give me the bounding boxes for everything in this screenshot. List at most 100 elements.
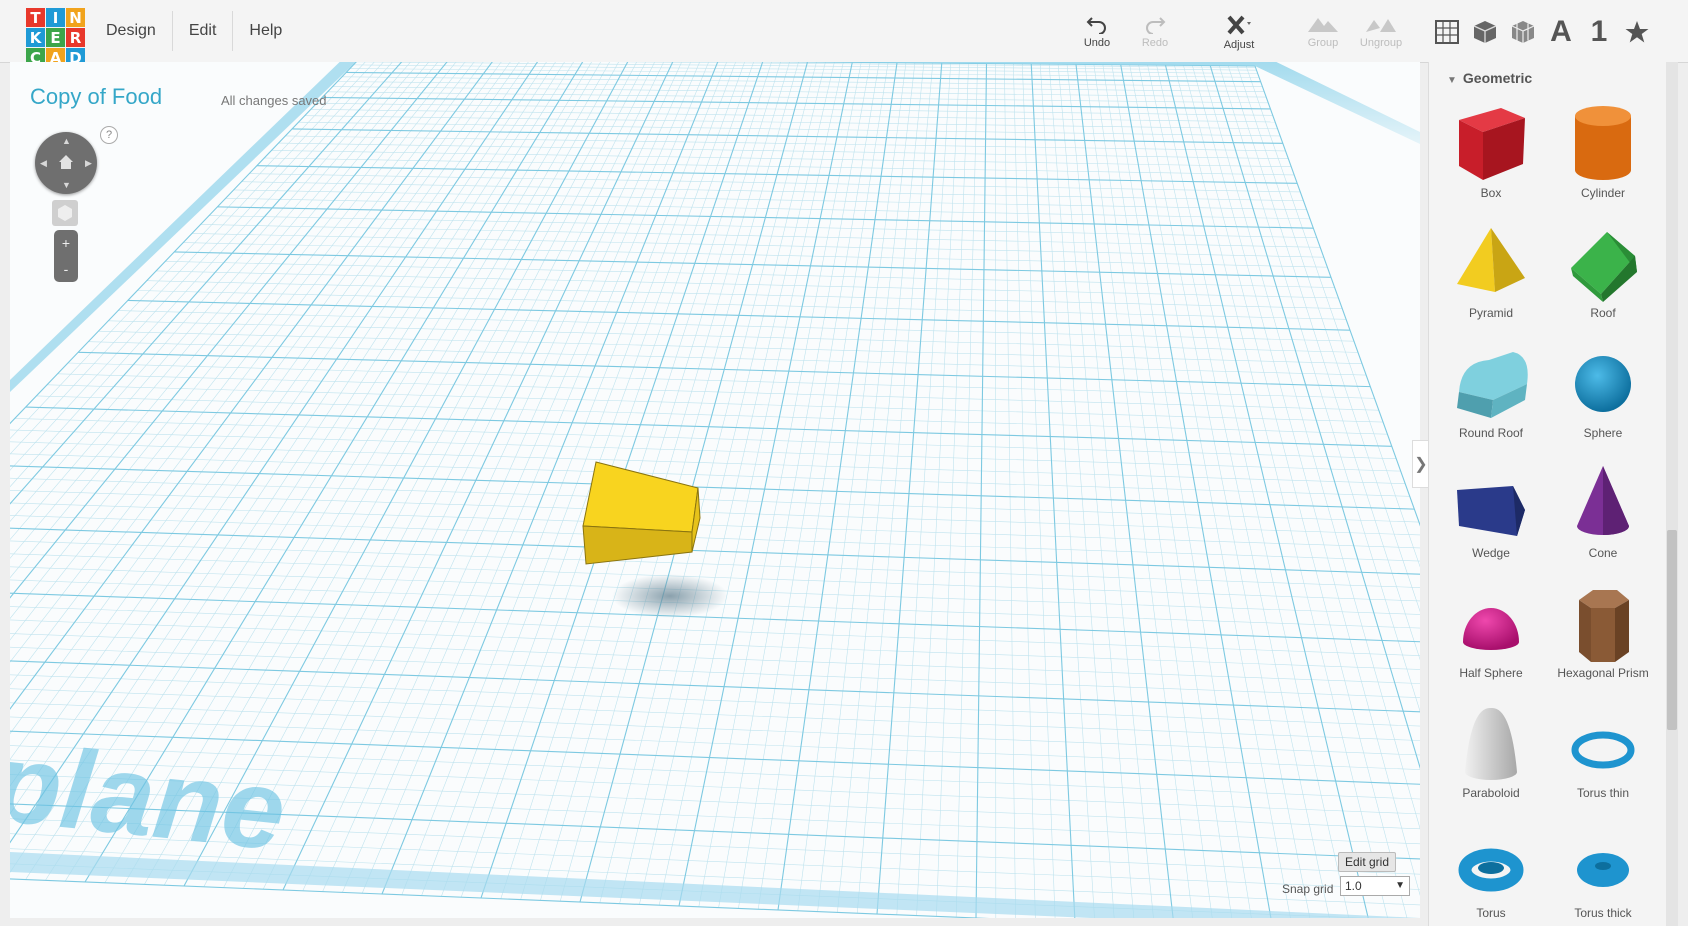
- orbit-down-arrow[interactable]: ▼: [62, 180, 71, 190]
- ungroup-button[interactable]: Ungroup: [1350, 14, 1412, 49]
- shape-paraboloid[interactable]: Paraboloid: [1435, 702, 1547, 800]
- shape-label: Round Roof: [1458, 426, 1524, 440]
- menu-help[interactable]: Help: [233, 11, 298, 51]
- group-label: Group: [1307, 37, 1339, 49]
- ungroup-label: Ungroup: [1359, 37, 1403, 49]
- shape-label: Cylinder: [1580, 186, 1625, 200]
- cylinder-icon: [1575, 106, 1631, 180]
- shape-box[interactable]: Box: [1435, 102, 1547, 200]
- favorites-panel-button[interactable]: [1618, 14, 1656, 50]
- menu-design[interactable]: Design: [90, 11, 173, 51]
- redo-label: Redo: [1141, 37, 1169, 49]
- text-panel-button[interactable]: A: [1542, 14, 1580, 50]
- logo-letter: T: [26, 8, 45, 27]
- panel-switcher: A 1: [1428, 14, 1656, 50]
- home-icon[interactable]: [57, 153, 75, 171]
- cone-icon: [1577, 466, 1629, 535]
- wedge-icon: [1457, 486, 1525, 536]
- shape-label: Half Sphere: [1459, 666, 1523, 680]
- hexagonal-prism-icon: [1579, 590, 1629, 662]
- shape-hexagonal-prism[interactable]: Hexagonal Prism: [1547, 582, 1659, 680]
- object-shadow: [612, 574, 728, 618]
- menu-edit[interactable]: Edit: [173, 11, 234, 51]
- shape-label: Paraboloid: [1462, 786, 1520, 800]
- adjust-icon: [1227, 15, 1251, 35]
- snap-grid-label: Snap grid: [1282, 882, 1334, 896]
- round-roof-icon: [1457, 352, 1528, 418]
- roof-icon: [1571, 232, 1637, 302]
- shape-roof[interactable]: Roof: [1547, 222, 1659, 320]
- shape-label: Pyramid: [1468, 306, 1513, 320]
- category-header-geometric[interactable]: ▼ Geometric: [1447, 70, 1532, 86]
- main-menu: Design Edit Help: [90, 0, 298, 62]
- shape-label: Wedge: [1472, 546, 1510, 560]
- shape-wedge[interactable]: Wedge: [1435, 462, 1547, 560]
- snap-grid-select[interactable]: 1.0 ▼: [1340, 876, 1410, 896]
- logo-letter: E: [46, 28, 65, 47]
- torus-thin-icon: [1571, 731, 1635, 769]
- pyramid-icon: [1457, 228, 1525, 292]
- panel-scrollbar-thumb[interactable]: [1667, 530, 1677, 730]
- shape-torus-thin[interactable]: Torus thin: [1547, 702, 1659, 800]
- group-icon: [1308, 18, 1338, 32]
- edit-grid-button[interactable]: Edit grid: [1338, 852, 1397, 872]
- shape-half-sphere[interactable]: Half Sphere: [1435, 582, 1547, 680]
- snap-grid-value: 1.0: [1345, 879, 1362, 893]
- cube-icon: [1473, 21, 1497, 43]
- shape-torus[interactable]: Torus: [1435, 822, 1547, 920]
- orbit-right-arrow[interactable]: ▶: [85, 158, 92, 169]
- shape-torus-thick[interactable]: Torus thick: [1547, 822, 1659, 920]
- shapes-panel: ▼ Geometric Box Cylinder Pyramid Roof Ro…: [1428, 62, 1669, 926]
- workplane-canvas[interactable]: plane: [10, 62, 1420, 918]
- logo-letter: K: [26, 28, 45, 47]
- shape-round-roof[interactable]: Round Roof: [1435, 342, 1547, 440]
- shape-sphere[interactable]: Sphere: [1547, 342, 1659, 440]
- top-bar: T I N K E R C A D Design Edit Help Undo …: [0, 0, 1688, 67]
- shape-label: Torus thin: [1576, 786, 1630, 800]
- zoom-out-button[interactable]: -: [54, 256, 78, 282]
- document-title[interactable]: Copy of Food: [30, 84, 162, 110]
- orbit-up-arrow[interactable]: ▲: [62, 136, 71, 146]
- box-icon: [1459, 108, 1525, 180]
- orbit-left-arrow[interactable]: ◀: [40, 158, 47, 169]
- redo-icon: [1146, 17, 1166, 34]
- logo-letter: R: [66, 28, 85, 47]
- group-button[interactable]: Group: [1292, 14, 1354, 49]
- undo-button[interactable]: Undo: [1066, 14, 1128, 49]
- triangle-down-icon: ▼: [1447, 75, 1457, 86]
- number-panel-button[interactable]: 1: [1580, 14, 1618, 50]
- category-label: Geometric: [1462, 70, 1533, 86]
- shape-label: Sphere: [1583, 426, 1623, 440]
- sphere-icon: [1575, 356, 1631, 412]
- half-sphere-icon: [1463, 608, 1519, 650]
- chevron-right-icon: ❯: [1414, 456, 1428, 473]
- tinkercad-logo[interactable]: T I N K E R C A D: [26, 8, 86, 68]
- zoom-in-button[interactable]: +: [54, 230, 78, 256]
- collapse-panel-button[interactable]: ❯: [1412, 440, 1429, 488]
- ungroup-icon: [1366, 19, 1396, 32]
- workplane-panel-button[interactable]: [1428, 14, 1466, 50]
- adjust-label: Adjust: [1223, 39, 1255, 51]
- orbit-control[interactable]: ▲ ▼ ◀ ▶: [35, 132, 97, 194]
- logo-letter: N: [66, 8, 85, 27]
- components-panel-button[interactable]: [1504, 14, 1542, 50]
- adjust-button[interactable]: Adjust: [1208, 14, 1270, 51]
- redo-button[interactable]: Redo: [1124, 14, 1186, 49]
- undo-label: Undo: [1083, 37, 1111, 49]
- undo-icon: [1086, 17, 1106, 34]
- torus-icon: [1458, 848, 1524, 892]
- shape-pyramid[interactable]: Pyramid: [1435, 222, 1547, 320]
- panel-scrollbar[interactable]: [1666, 62, 1678, 926]
- save-status: All changes saved: [221, 93, 327, 108]
- shapes-panel-button[interactable]: [1466, 14, 1504, 50]
- shape-label: Cone: [1588, 546, 1618, 560]
- shape-cone[interactable]: Cone: [1547, 462, 1659, 560]
- shape-label: Box: [1480, 186, 1502, 200]
- view-cube-button[interactable]: [52, 200, 78, 226]
- workplane-grid: plane: [10, 62, 1420, 918]
- navigation-help-button[interactable]: ?: [100, 126, 118, 144]
- cube-icon: [58, 205, 72, 221]
- zoom-control: + -: [54, 230, 78, 282]
- shape-cylinder[interactable]: Cylinder: [1547, 102, 1659, 200]
- logo-letter: I: [46, 8, 65, 27]
